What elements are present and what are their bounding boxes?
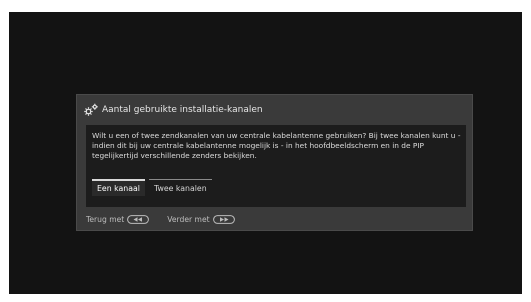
option-een-kanaal[interactable]: Een kanaal — [92, 179, 145, 196]
dialog-title: Aantal gebruikte installatie-kanalen — [102, 105, 263, 115]
rewind-key-icon — [127, 215, 150, 224]
settings-gears-icon — [84, 103, 98, 116]
option-label: Een kanaal — [97, 184, 140, 193]
option-twee-kanalen[interactable]: Twee kanalen — [148, 179, 212, 196]
channel-options: Een kanaal Twee kanalen — [92, 179, 212, 196]
back-label: Terug met — [86, 215, 125, 224]
fast-forward-key-icon — [212, 215, 235, 224]
dialog-footer: Terug met Verder met — [86, 215, 253, 224]
next-label: Verder met — [167, 215, 210, 224]
back-button[interactable]: Terug met — [86, 215, 150, 224]
dialog-description: Wilt u een of twee zendkanalen van uw ce… — [92, 131, 461, 160]
dialog-header: Aantal gebruikte installatie-kanalen — [83, 101, 263, 119]
screen-frame: Aantal gebruikte installatie-kanalen Wil… — [0, 0, 531, 302]
option-label: Twee kanalen — [153, 183, 207, 193]
tv-display: Aantal gebruikte installatie-kanalen Wil… — [9, 12, 522, 294]
dialog-content-panel: Wilt u een of twee zendkanalen van uw ce… — [86, 125, 466, 207]
installation-channels-dialog: Aantal gebruikte installatie-kanalen Wil… — [76, 94, 473, 231]
next-button[interactable]: Verder met — [167, 215, 235, 224]
